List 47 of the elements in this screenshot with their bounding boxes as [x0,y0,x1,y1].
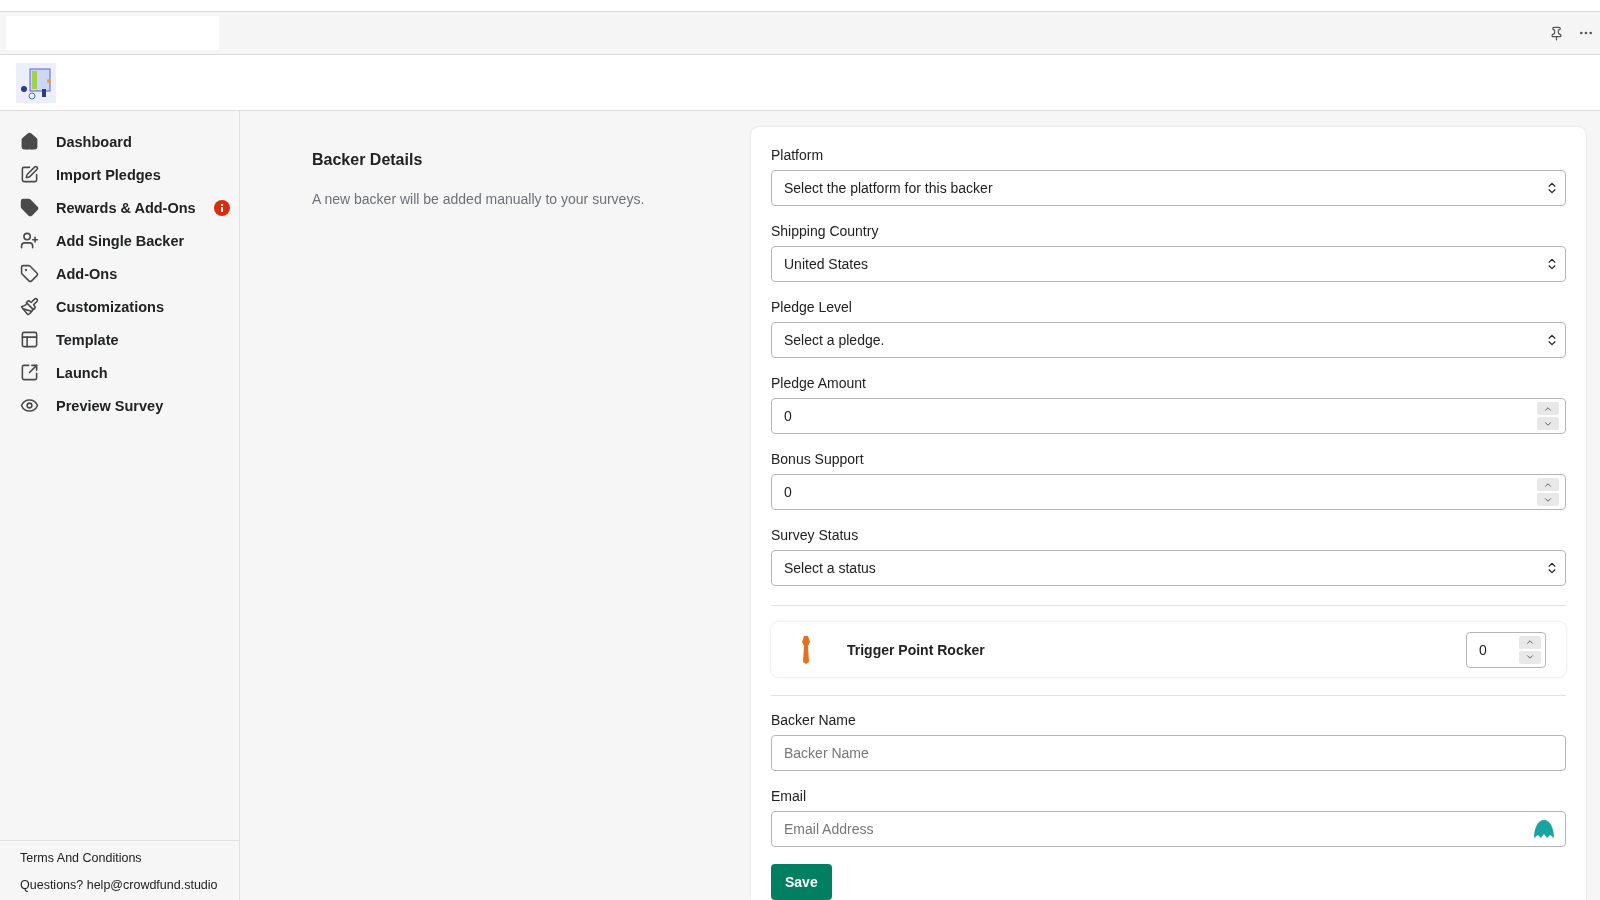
select-field[interactable]: United States [771,246,1566,282]
number-stepper-icon[interactable] [1537,478,1559,506]
sidebar-item[interactable]: Add-Ons [0,257,239,290]
sidebar-item[interactable]: Dashboard [0,125,239,158]
sidebar-item[interactable]: Import Pledges [0,158,239,191]
brush-icon [20,297,39,316]
section-title: Backer Details [312,151,423,169]
addon-name: Trigger Point Rocker [847,641,986,658]
number-stepper-icon[interactable] [1537,402,1559,430]
field-label: Backer Name [771,712,856,728]
field-label: Pledge Level [771,299,852,315]
eye-icon [20,396,39,415]
number-field[interactable]: 0 [771,474,1566,510]
edit-icon [20,165,39,184]
product-icon [801,635,811,664]
field-label: Platform [771,147,824,163]
sidebar-item[interactable]: Rewards & Add-Ons [0,191,239,224]
footer-text: Questions? help@crowdfund.studio [20,878,219,892]
logo-drawing [16,62,56,103]
layout-icon [20,330,39,349]
email-field[interactable]: Email Address [771,811,1566,847]
user-plus-icon [20,231,39,250]
field-label: Pledge Amount [771,375,866,391]
pin-icon[interactable] [1549,25,1564,41]
field-label: Survey Status [771,527,859,543]
field-label: Email [771,788,806,804]
field-label: Bonus Support [771,451,864,467]
sidebar-item[interactable]: Preview Survey [0,389,239,422]
save-button[interactable]: Save [771,864,832,900]
text-field[interactable]: Backer Name [771,735,1566,771]
footer-text: Terms And Conditions [20,851,143,865]
section-description: A new backer will be added manually to your surveys. [312,191,645,207]
sidebar-item[interactable]: Launch [0,356,239,389]
sidebar-item[interactable]: Template [0,323,239,356]
sidebar-item[interactable]: Add Single Backer [0,224,239,257]
select-field[interactable]: Select a status [771,550,1566,586]
sidebar-item[interactable]: Customizations [0,290,239,323]
field-label: Shipping Country [771,223,879,239]
quantity-field[interactable]: 0 [1466,631,1546,668]
tag-icon [20,198,39,217]
number-field[interactable]: 0 [771,398,1566,434]
number-stepper-icon[interactable] [1519,635,1541,664]
select-field[interactable]: Select a pledge. [771,322,1566,358]
select-field[interactable]: Select the platform for this backer [771,170,1566,206]
tag-icon [20,264,39,283]
home-icon [20,132,39,151]
external-link-icon [20,363,39,382]
